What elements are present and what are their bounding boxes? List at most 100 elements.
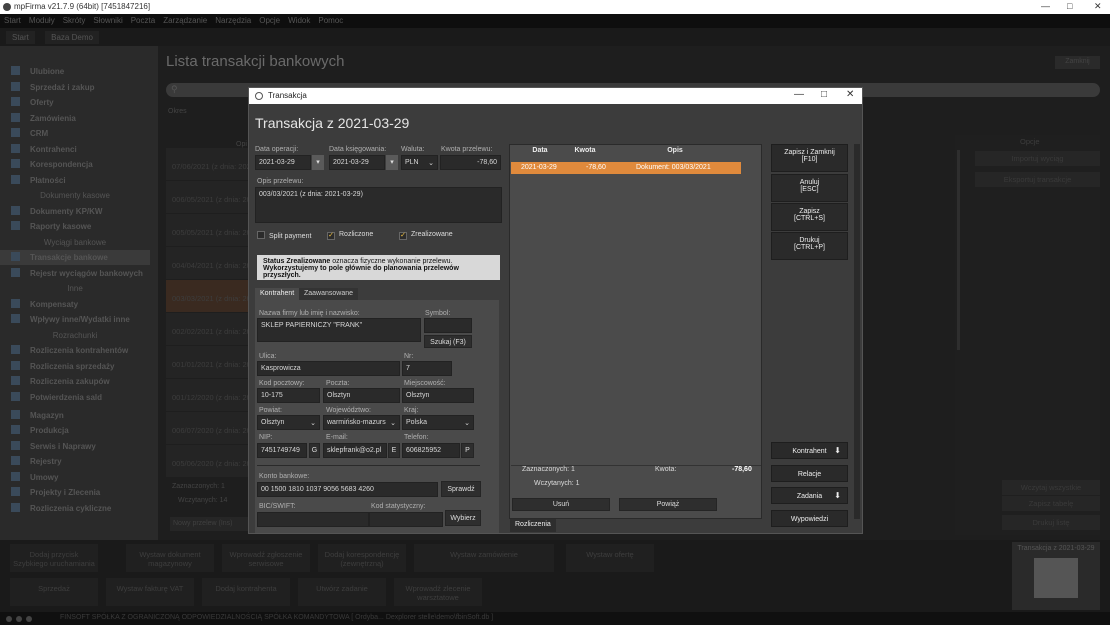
minimize-icon[interactable]: — [794,89,804,100]
sidebar-item[interactable]: Sprzedaż i zakup [0,80,150,95]
menu-item[interactable]: Opcje [255,14,284,27]
quick-action-button[interactable]: Wystaw zamówienie [414,544,554,572]
menu-item[interactable]: Moduły [25,14,59,27]
sidebar-item[interactable]: Oferty [0,95,150,110]
maximize-icon[interactable]: □ [821,89,827,100]
cancel-button[interactable]: Anuluj [ESC] [771,174,848,202]
email-field[interactable]: sklepfrank@o2.pl [323,443,387,458]
quick-action-button[interactable]: Dodaj kontrahenta [202,578,290,606]
menu-item[interactable]: Skróty [59,14,90,27]
tab-start[interactable]: Start [6,31,35,44]
sidebar-item[interactable]: Rozliczenia sprzedaży [0,359,150,374]
quick-action-button[interactable]: Wprowadź zgłoszenie serwisowe [222,544,310,572]
sidebar-item[interactable]: Raporty kasowe [0,219,150,234]
sidebar-item[interactable]: Rejestry [0,454,150,469]
nr-field[interactable]: 7 [402,361,452,376]
save-table-button[interactable]: Zapisz tabelę [1002,496,1100,511]
close-icon[interactable]: ✕ [1094,1,1102,12]
table-row[interactable]: 2021-03-29 -78,60 Dokument: 003/03/2021 [511,162,741,174]
check-account-button[interactable]: Sprawdź [441,481,481,497]
data-operacji-field[interactable]: 2021-03-29 [255,155,311,170]
quick-action-button[interactable]: Sprzedaż [10,578,98,606]
konto-field[interactable]: 00 1500 1810 1037 9056 5683 4260 [257,482,438,497]
rozliczone-checkbox[interactable]: ✓ Rozliczone [327,231,373,240]
menu-item[interactable]: Zarządzanie [159,14,211,27]
quick-action-button[interactable]: Wystaw dokument magazynowy [126,544,214,572]
sidebar-item[interactable]: Rejestr wyciągów bankowych [0,266,150,281]
sidebar-item[interactable]: Produkcja [0,423,150,438]
poczta-field[interactable]: Olsztyn [323,388,400,403]
close-icon[interactable]: ✕ [846,89,854,100]
tasks-button[interactable]: Zadania ⬇ [771,487,848,504]
quick-action-button[interactable]: Wystaw fakturę VAT [106,578,194,606]
calendar-dropdown-icon[interactable]: ▾ [386,155,398,170]
sidebar-item[interactable]: Potwierdzenia sald [0,390,150,405]
send-email-button[interactable]: E [388,443,400,458]
sidebar-item[interactable]: Wpływy inne/Wydatki inne [0,312,150,327]
save-button[interactable]: Zapisz [CTRL+S] [771,203,848,231]
sidebar-item[interactable]: Magazyn [0,408,150,423]
sidebar-item[interactable]: Umowy [0,470,150,485]
tab-rozliczenia[interactable]: Rozliczenia [510,519,556,532]
link-button[interactable]: Powiąż [619,498,717,511]
sidebar-item[interactable]: Serwis i Naprawy [0,439,150,454]
select-button[interactable]: Wybierz [445,510,481,526]
opis-textarea[interactable]: 003/03/2021 (z dnia: 2021-03-29) [255,187,502,223]
sidebar-item[interactable]: Rozliczenia kontrahentów [0,343,150,358]
dialog-scrollbar[interactable] [854,144,860,519]
quick-action-button[interactable]: Dodaj przycisk Szybkiego uruchamiania [10,544,98,572]
kod-statystyczny-field[interactable] [369,512,443,527]
sidebar-item[interactable]: CRM [0,126,150,141]
nazwa-field[interactable]: SKLEP PAPIERNICZY "FRANK" [257,318,421,342]
menu-item[interactable]: Pomoc [314,14,347,27]
calendar-dropdown-icon[interactable]: ▾ [312,155,324,170]
ulica-field[interactable]: Kasprowicza [257,361,400,376]
waluta-select[interactable]: PLN ⌄ [401,155,438,170]
menu-item[interactable]: Słowniki [89,14,126,27]
symbol-field[interactable] [424,318,472,333]
sidebar-item[interactable]: Dokumenty kasowe [0,188,150,203]
contractor-button[interactable]: Kontrahent ⬇ [771,442,848,459]
sidebar-item[interactable]: Rozliczenia cykliczne [0,501,150,516]
call-button[interactable]: P [461,443,474,458]
nip-field[interactable]: 7451749749 [257,443,307,458]
quick-action-button[interactable]: Dodaj korespondencję (zewnętrzną) [318,544,406,572]
sidebar-item[interactable]: Transakcje bankowe [0,250,150,265]
sidebar-item[interactable]: Płatności [0,173,150,188]
powiat-select[interactable]: Olsztyn ⌄ [257,415,320,430]
gus-lookup-button[interactable]: G [309,443,320,458]
menu-item[interactable]: Narzędzia [211,14,255,27]
sidebar-item[interactable]: Rozliczenia zakupów [0,374,150,389]
save-close-button[interactable]: Zapisz i Zamknij [F10] [771,144,848,172]
quick-action-button[interactable]: Wystaw ofertę [566,544,654,572]
sidebar-item[interactable]: Ulubione [0,64,150,79]
load-all-button[interactable]: Wczytaj wszystkie [1002,480,1100,495]
menu-item[interactable]: Poczta [127,14,159,27]
wojewodztwo-select[interactable]: warmińsko-mazurs ⌄ [323,415,400,430]
sidebar-item[interactable]: Zamówienia [0,111,150,126]
sidebar-item[interactable]: Dokumenty KP/KW [0,204,150,219]
quick-action-button[interactable]: Wprowadź zlecenie warsztatowe [394,578,482,606]
miejscowosc-field[interactable]: Olsztyn [402,388,474,403]
bic-field[interactable] [257,512,369,527]
kod-field[interactable]: 10-175 [257,388,320,403]
quick-action-button[interactable]: Utwórz zadanie [298,578,386,606]
sidebar-item[interactable]: Inne [0,281,150,296]
menu-item[interactable]: Widok [284,14,314,27]
search-contractor-button[interactable]: Szukaj (F3) [424,335,472,348]
zrealizowane-checkbox[interactable]: ✓ Zrealizowane [399,231,453,240]
sidebar-item[interactable]: Projekty i Zlecenia [0,485,150,500]
import-statement-button[interactable]: Importuj wyciąg [975,151,1100,166]
kraj-select[interactable]: Polska ⌄ [402,415,474,430]
print-list-button[interactable]: Drukuj listę [1002,515,1100,530]
data-ksiegowania-field[interactable]: 2021-03-29 [329,155,385,170]
new-transfer-button[interactable]: Nowy przelew (Ins) [170,517,250,531]
sidebar-item[interactable]: Kompensaty [0,297,150,312]
export-transactions-button[interactable]: Eksportuj transakcje [975,172,1100,187]
sidebar-item[interactable]: Wyciągi bankowe [0,235,150,250]
kwota-field[interactable]: -78,60 [440,155,501,170]
split-payment-checkbox[interactable]: Split payment [257,231,311,240]
relations-button[interactable]: Relacje [771,465,848,482]
bg-scrollbar[interactable] [957,150,960,350]
maximize-icon[interactable]: □ [1067,1,1072,11]
